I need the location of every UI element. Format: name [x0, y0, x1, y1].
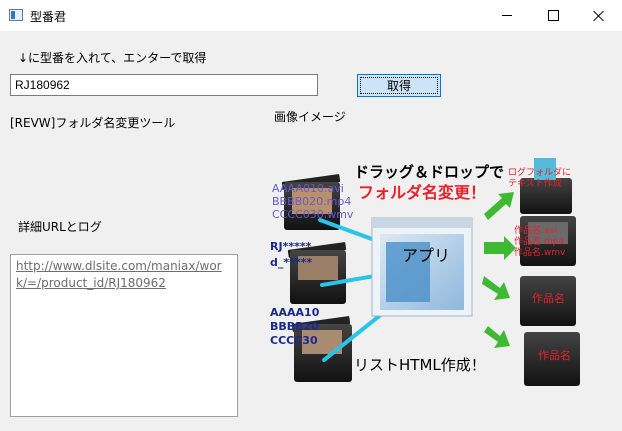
- title-bar: 型番君: [0, 0, 622, 31]
- app-text: アプリ: [402, 246, 451, 265]
- file-name: AAAA010.avi: [272, 182, 344, 195]
- log-link[interactable]: http://www.dlsite.com/maniax/work/=/prod…: [16, 259, 222, 290]
- work-name: 作品名.avi: [514, 226, 558, 236]
- d-code-text: d_*****: [270, 256, 313, 269]
- id-item: CCCC30: [270, 334, 318, 347]
- app-window-graphic: [371, 217, 473, 317]
- maximize-icon: [547, 10, 559, 21]
- log-folder-line: テキスト作成: [508, 179, 562, 189]
- output-arrows: [482, 192, 516, 348]
- id-list: AAAA10 BBBB20 CCCC30: [270, 306, 319, 348]
- app-icon: [9, 9, 23, 21]
- close-button[interactable]: [576, 0, 622, 31]
- window-title: 型番君: [30, 10, 67, 24]
- maximize-button[interactable]: [530, 0, 576, 31]
- log-folder-line: ログフォルダに: [508, 168, 572, 178]
- instruction-label: ↓に型番を入れて、エンターで取得: [18, 51, 207, 65]
- log-textarea[interactable]: http://www.dlsite.com/maniax/work/=/prod…: [10, 254, 238, 417]
- log-folder-text: ログフォルダに テキスト作成: [508, 168, 571, 190]
- work-name: 作品名.wmv: [514, 248, 566, 258]
- rj-code-text: RJ*****: [270, 240, 312, 253]
- list-html-text: リストHTML作成！: [354, 356, 486, 374]
- rename-text: フォルダ名変更！: [358, 183, 487, 202]
- work-name: 作品名.mp4: [514, 237, 565, 247]
- work-folder-label-2: 作品名: [538, 349, 571, 362]
- image-preview: ドラッグ＆ドロップで フォルダ名変更！ AAAA010.avi BBBB020.…: [262, 150, 622, 428]
- minimize-button[interactable]: [484, 0, 530, 31]
- file-name: CCCC030.wmv: [272, 208, 354, 221]
- folder-tool-label: [REVW]フォルダ名変更ツール: [10, 116, 176, 130]
- fetch-button[interactable]: 取得: [357, 74, 441, 97]
- work-folder-label-1: 作品名: [532, 292, 565, 305]
- file-list: AAAA010.avi BBBB020.mp4 CCCC030.wmv: [272, 182, 353, 221]
- file-name: BBBB020.mp4: [272, 195, 352, 208]
- minimize-icon: [502, 15, 512, 16]
- product-id-input[interactable]: [10, 74, 318, 96]
- work-name-list: 作品名.avi 作品名.mp4 作品名.wmv: [514, 226, 565, 259]
- detail-log-label: 詳細URLとログ: [18, 220, 102, 234]
- close-icon: [593, 10, 605, 22]
- id-item: AAAA10: [270, 306, 320, 319]
- image-preview-label: 画像イメージ: [274, 110, 346, 124]
- id-item: BBBB20: [270, 320, 319, 333]
